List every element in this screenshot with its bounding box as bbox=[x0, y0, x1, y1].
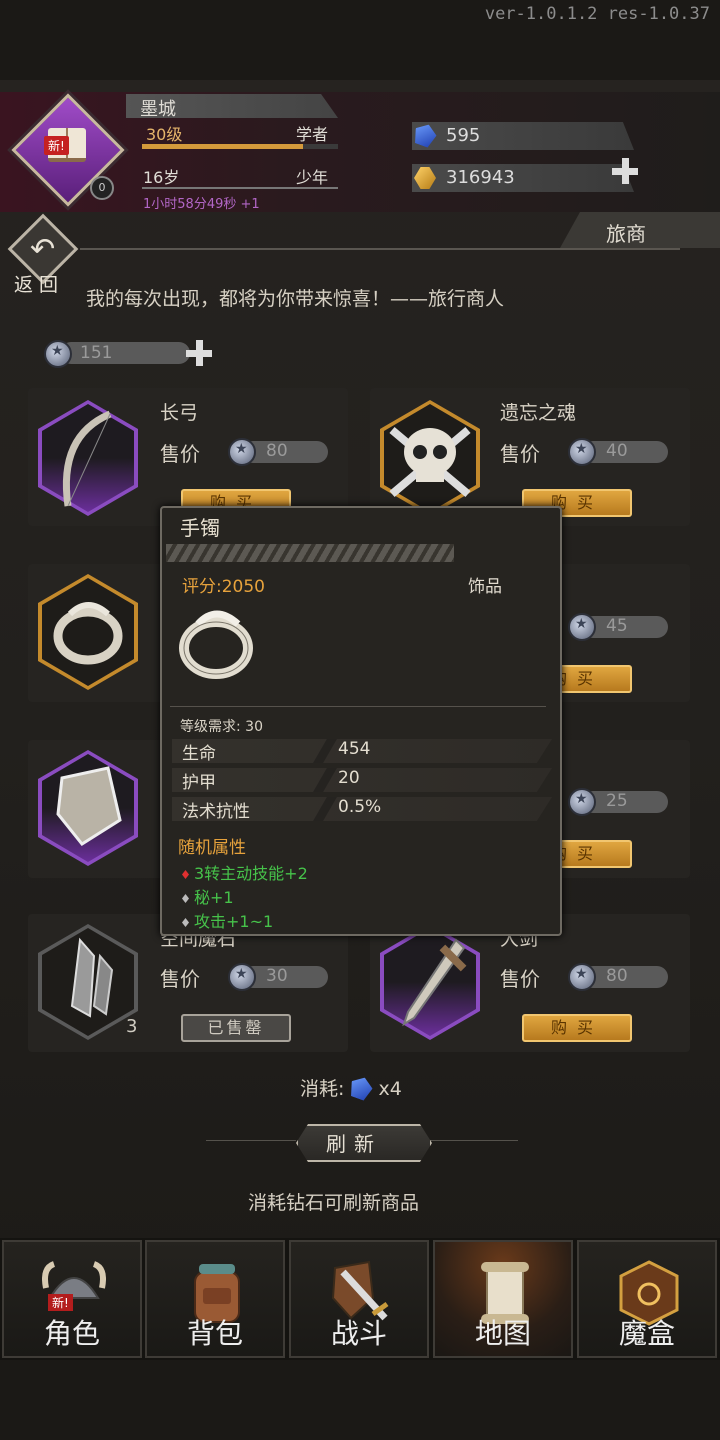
coin-balance: 151 bbox=[80, 343, 113, 363]
tooltip-level-requirement: 等级需求: 30 bbox=[180, 719, 263, 735]
gold-count: 316943 bbox=[446, 167, 515, 188]
bow-icon bbox=[62, 410, 112, 507]
bracelet-icon bbox=[179, 610, 253, 679]
price-label: 售价 bbox=[500, 442, 540, 466]
bottom-spacer bbox=[0, 1360, 720, 1440]
tooltip-title: 手镯 bbox=[180, 516, 220, 540]
diamond-count: 595 bbox=[446, 125, 481, 146]
random-attribute: 攻击+1~1 bbox=[182, 908, 273, 932]
random-attribute-text: 攻击+1~1 bbox=[194, 912, 274, 931]
stat-value: 0.5% bbox=[338, 797, 382, 817]
item-price: 40 bbox=[606, 441, 628, 461]
item-name: 长弓 bbox=[160, 402, 199, 424]
nav-magic-box[interactable]: 魔盒 bbox=[577, 1240, 717, 1358]
age-timer: 1小时58分49秒 +1 bbox=[143, 197, 260, 212]
silver-coin-icon bbox=[568, 438, 596, 466]
back-button[interactable]: ↶ 返回 bbox=[7, 213, 79, 296]
refresh-cost: 消耗: x4 bbox=[300, 1074, 402, 1101]
divider-line bbox=[206, 1140, 296, 1141]
player-name: 墨城 bbox=[140, 99, 176, 120]
nav-character[interactable]: 新! 角色 bbox=[2, 1240, 142, 1358]
add-currency-plus-icon[interactable] bbox=[610, 156, 640, 186]
stat-value: 454 bbox=[338, 739, 371, 759]
level-progress-bar bbox=[142, 144, 338, 149]
new-badge: 新! bbox=[48, 1294, 73, 1311]
diamond-icon bbox=[347, 1073, 375, 1101]
random-attribute: 3转主动技能+2 bbox=[182, 860, 308, 884]
player-level: 30级 bbox=[146, 125, 183, 144]
price-label: 售价 bbox=[160, 442, 200, 466]
shield-icon bbox=[56, 766, 122, 846]
random-attribute-text: 3转主动技能+2 bbox=[194, 864, 308, 883]
nav-label: 角色 bbox=[43, 1317, 100, 1350]
silver-coin-icon bbox=[568, 788, 596, 816]
nav-label: 地图 bbox=[474, 1317, 531, 1350]
divider-line bbox=[428, 1140, 518, 1141]
avatar-badge-count: 0 bbox=[90, 176, 114, 200]
refresh-hint: 消耗钻石可刷新商品 bbox=[248, 1192, 420, 1214]
stat-row bbox=[172, 768, 552, 792]
buy-button[interactable]: 购买 bbox=[522, 1014, 632, 1042]
price-label: 售价 bbox=[160, 967, 200, 991]
cost-count: x4 bbox=[378, 1078, 402, 1100]
silver-coin-icon bbox=[568, 963, 596, 991]
crystal-icon bbox=[70, 937, 114, 1018]
silver-coin-icon bbox=[228, 963, 256, 991]
stat-name: 护甲 bbox=[182, 773, 216, 793]
item-quantity: 3 bbox=[126, 1016, 138, 1037]
nav-label: 战斗 bbox=[330, 1317, 387, 1350]
sold-out-button: 已售罄 bbox=[181, 1014, 291, 1042]
add-coins-plus-icon[interactable] bbox=[184, 338, 214, 368]
greatsword-icon bbox=[402, 938, 467, 1027]
random-attribute-text: 秘+1 bbox=[194, 888, 234, 907]
tooltip-stripe bbox=[166, 544, 454, 562]
player-class: 学者 bbox=[296, 125, 329, 144]
silver-coin-icon bbox=[44, 340, 72, 368]
player-stage: 少年 bbox=[296, 168, 329, 187]
new-badge: 新! bbox=[44, 136, 69, 155]
nav-battle[interactable]: 战斗 bbox=[289, 1240, 429, 1358]
header-divider bbox=[80, 248, 680, 250]
item-price: 80 bbox=[606, 966, 628, 986]
nav-map[interactable]: 地图 bbox=[433, 1240, 573, 1358]
player-age: 16岁 bbox=[143, 168, 180, 187]
tooltip-score: 评分:2050 bbox=[182, 577, 265, 597]
silver-coin-icon bbox=[228, 438, 256, 466]
nav-label: 背包 bbox=[186, 1317, 243, 1350]
stat-name: 法术抗性 bbox=[182, 802, 250, 822]
cost-label: 消耗: bbox=[300, 1078, 345, 1100]
tooltip-item-type: 饰品 bbox=[468, 577, 502, 597]
age-divider bbox=[142, 187, 338, 189]
gem-bullet-icon bbox=[182, 918, 189, 927]
tooltip-divider bbox=[170, 706, 546, 707]
random-attribute: 秘+1 bbox=[182, 884, 234, 908]
gem-bullet-icon bbox=[182, 870, 189, 879]
stat-name: 生命 bbox=[182, 744, 216, 764]
back-arrow-icon: ↶ bbox=[30, 232, 56, 267]
item-price: 80 bbox=[266, 441, 288, 461]
refresh-label: 刷新 bbox=[326, 1132, 382, 1156]
level-progress-fill bbox=[142, 144, 303, 149]
merchant-intro: 我的每次出现，都将为你带来惊喜！——旅行商人 bbox=[86, 288, 505, 310]
gem-bullet-icon bbox=[182, 894, 189, 903]
nav-backpack[interactable]: 背包 bbox=[145, 1240, 285, 1358]
item-price: 25 bbox=[606, 791, 628, 811]
item-price: 30 bbox=[266, 966, 288, 986]
skull-icon bbox=[389, 426, 471, 498]
item-name: 遗忘之魂 bbox=[500, 402, 577, 424]
back-label: 返回 bbox=[14, 274, 65, 296]
stat-value: 20 bbox=[338, 768, 360, 788]
ring-icon bbox=[53, 602, 123, 665]
item-price: 45 bbox=[606, 616, 628, 636]
version-label: ver-1.0.1.2 res-1.0.37 bbox=[484, 4, 710, 24]
random-attributes-title: 随机属性 bbox=[178, 838, 246, 858]
nav-label: 魔盒 bbox=[618, 1317, 675, 1350]
price-label: 售价 bbox=[500, 967, 540, 991]
silver-coin-icon bbox=[568, 613, 596, 641]
tab-label: 旅商 bbox=[606, 222, 646, 246]
